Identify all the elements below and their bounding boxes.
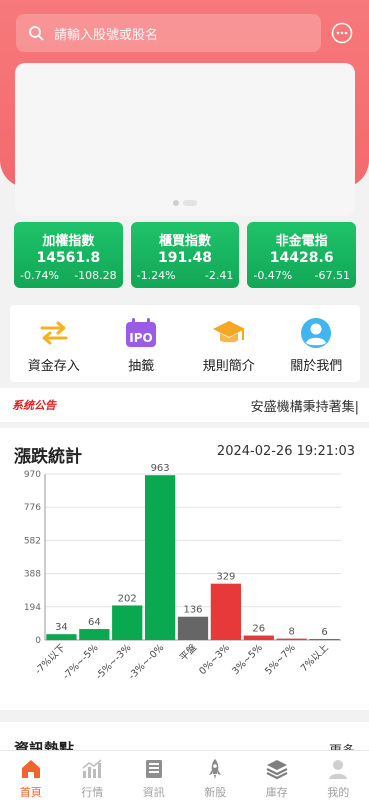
- index-card-otc[interactable]: 櫃買指數 191.48 -1.24% -2.41: [130, 222, 240, 288]
- search-bar[interactable]: 請輸入股號或股名: [16, 14, 321, 52]
- shortcut-label: 抽籤: [128, 359, 155, 374]
- user-circle-icon: [299, 317, 333, 349]
- bar-value-label: 963: [151, 464, 170, 474]
- tab-label: 我的: [327, 786, 350, 799]
- bar-value-label: 6: [321, 627, 327, 638]
- y-tick-label: 0: [35, 636, 41, 646]
- bar-value-label: 64: [88, 617, 101, 628]
- y-tick-label: 970: [24, 470, 41, 480]
- y-tick-label: 388: [24, 570, 41, 580]
- tab-label: 資訊: [142, 786, 165, 799]
- rise-fall-stats: 漲跌統計 2024-02-26 19:21:03 0 194 388 582 776 97…: [0, 428, 369, 710]
- profile-icon: [326, 757, 350, 781]
- bar: [144, 475, 176, 640]
- market-chart-icon: [80, 757, 104, 781]
- stats-timestamp: 2024-02-26 19:21:03: [216, 444, 355, 459]
- x-tick-label: 平盤: [177, 641, 199, 663]
- layers-icon: [265, 757, 289, 781]
- index-value: 191.48: [157, 250, 213, 266]
- system-notice[interactable]: 系统公告 安盛機構秉持著集|: [0, 388, 369, 422]
- index-name: 櫃買指數: [159, 234, 212, 249]
- bar: [243, 635, 274, 640]
- ipo-calendar-icon: IPO: [124, 317, 158, 349]
- bar: [309, 638, 340, 640]
- index-percent: -0.74%: [20, 269, 59, 282]
- index-name: 非金電指: [275, 234, 328, 249]
- transfer-arrows-icon: [37, 317, 71, 349]
- x-tick-label: 7%以上: [299, 642, 331, 674]
- y-tick-label: 194: [24, 603, 41, 613]
- search-placeholder: 請輸入股號或股名: [54, 27, 159, 43]
- search-icon: [29, 26, 44, 41]
- bar: [177, 616, 209, 640]
- chat-icon[interactable]: [331, 22, 353, 44]
- shortcut-lottery[interactable]: IPO 抽籤: [98, 305, 186, 382]
- notice-marquee: 安盛機構秉持著集|: [250, 399, 359, 415]
- carousel-dots: [15, 200, 355, 206]
- index-card-non-fin-elec[interactable]: 非金電指 14428.6 -0.47% -67.51: [247, 222, 357, 288]
- tab-profile[interactable]: 我的: [308, 751, 369, 800]
- x-tick-label: 0%~3%: [197, 642, 232, 677]
- tab-label: 首頁: [19, 786, 42, 799]
- notice-tag: 系统公告: [12, 399, 56, 412]
- shortcut-about[interactable]: 關於我們: [273, 305, 361, 382]
- shortcut-label: 規則簡介: [202, 359, 255, 374]
- bottom-tab-bar: 首頁 行情 資訊 新股 庫存 我的: [0, 750, 369, 800]
- market-index-row: 加權指數 14561.8 -0.74% -108.28 櫃買指數 191.48 -…: [14, 222, 357, 288]
- x-tick-label: 3%~5%: [230, 642, 265, 677]
- shortcut-deposit[interactable]: 資金存入: [10, 305, 98, 382]
- bar-value-label: 329: [216, 572, 235, 583]
- graduation-cap-icon: [212, 317, 246, 349]
- bar-value-label: 8: [288, 627, 294, 638]
- index-change: -2.41: [204, 269, 234, 282]
- bar-value-label: 202: [118, 593, 137, 604]
- carousel-dot[interactable]: [173, 200, 179, 206]
- bar: [276, 638, 307, 640]
- tab-label: 新股: [204, 786, 227, 799]
- tab-home[interactable]: 首頁: [0, 751, 62, 800]
- x-tick-label: -3%~-0%: [127, 642, 167, 682]
- index-name: 加權指數: [42, 234, 95, 249]
- bar: [210, 583, 242, 640]
- svg-text:IPO: IPO: [130, 331, 153, 345]
- rise-fall-bar-chart: 019438858277697034-7%以下64-7%~-5%202-5%~-…: [24, 464, 341, 682]
- carousel-dot-active[interactable]: [183, 200, 197, 206]
- index-value: 14561.8: [36, 250, 101, 266]
- index-percent: -1.24%: [136, 269, 176, 282]
- index-change: -108.28: [74, 269, 117, 282]
- tab-market[interactable]: 行情: [62, 751, 124, 800]
- bar-value-label: 26: [252, 624, 265, 635]
- rocket-icon: [203, 757, 227, 781]
- home-icon: [19, 757, 43, 781]
- shortcut-label: 資金存入: [27, 359, 80, 374]
- bar: [46, 634, 77, 640]
- index-percent: -0.47%: [253, 269, 293, 282]
- shortcut-label: 關於我們: [290, 359, 343, 374]
- shortcut-rules[interactable]: 規則簡介: [185, 305, 273, 382]
- bar-value-label: 34: [55, 622, 68, 633]
- x-tick-label: 5%~7%: [263, 642, 298, 677]
- news-icon: [142, 757, 166, 781]
- index-card-taiex[interactable]: 加權指數 14561.8 -0.74% -108.28: [14, 222, 123, 288]
- tab-label: 庫存: [265, 786, 288, 799]
- banner-carousel[interactable]: [15, 63, 355, 216]
- index-change: -67.51: [314, 269, 351, 282]
- bar: [79, 629, 110, 640]
- tab-news[interactable]: 資訊: [123, 751, 185, 800]
- bar-value-label: 136: [183, 605, 202, 616]
- y-tick-label: 776: [24, 503, 41, 513]
- tab-label: 行情: [81, 786, 104, 799]
- shortcut-menu: 資金存入 IPO 抽籤 規則簡介 關於我們: [10, 305, 360, 382]
- bar: [112, 605, 143, 640]
- index-value: 14428.6: [269, 250, 334, 266]
- y-tick-label: 582: [24, 536, 41, 546]
- tab-inventory[interactable]: 庫存: [246, 751, 308, 800]
- tab-new-stocks[interactable]: 新股: [185, 751, 247, 800]
